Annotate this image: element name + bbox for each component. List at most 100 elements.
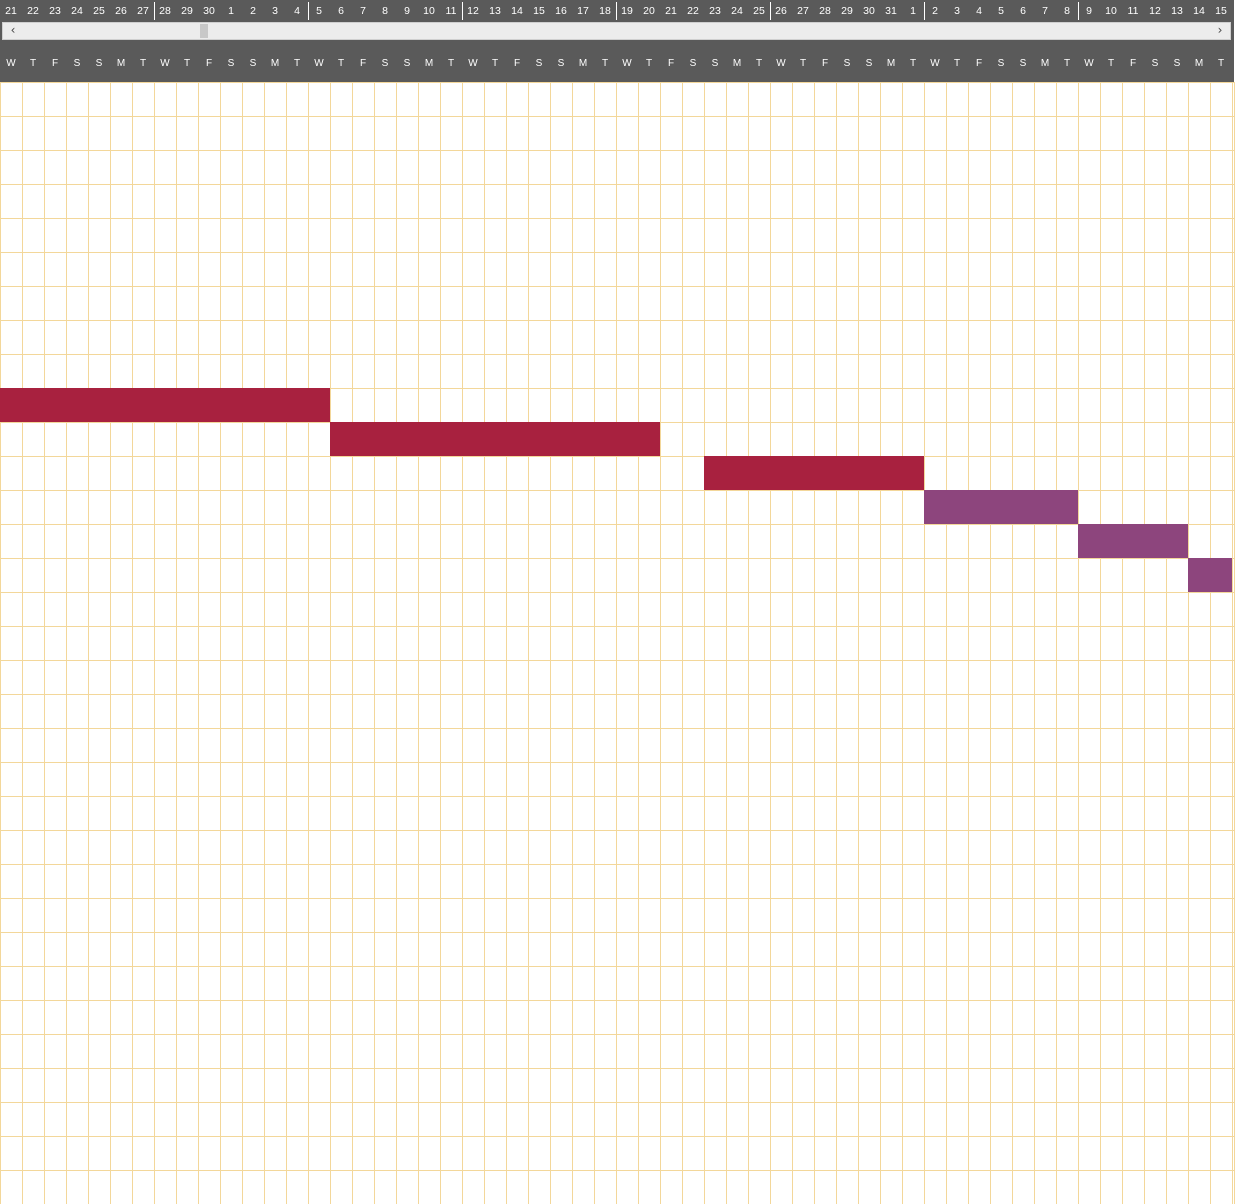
weekday-cell: S (227, 58, 235, 69)
weekday-cell: T (447, 58, 455, 69)
weekday-cell: T (601, 58, 609, 69)
weekday-cell: T (909, 58, 917, 69)
weekday-cell: F (205, 58, 213, 69)
date-cell: 30 (203, 5, 215, 17)
date-cell: 28 (159, 5, 171, 17)
weekday-cell: F (513, 58, 521, 69)
weekday-cell: W (930, 58, 940, 69)
date-cell: 13 (1171, 5, 1183, 17)
weekday-cell: S (381, 58, 389, 69)
date-cell: 23 (709, 5, 721, 17)
weekday-cell: M (270, 58, 280, 69)
date-cell: 6 (338, 5, 344, 17)
date-cell: 8 (382, 5, 388, 17)
weekday-cell: W (314, 58, 324, 69)
date-cell: 8 (1064, 5, 1070, 17)
date-cell: 5 (316, 5, 322, 17)
task-bar[interactable] (1078, 524, 1188, 558)
weekday-cell: S (557, 58, 565, 69)
task-bar[interactable] (0, 388, 330, 422)
date-cell: 22 (687, 5, 699, 17)
date-cell: 2 (932, 5, 938, 17)
date-cell: 3 (272, 5, 278, 17)
weekday-cell: M (116, 58, 126, 69)
weekday-cell: T (755, 58, 763, 69)
scroll-thumb[interactable] (200, 24, 208, 38)
date-cell: 5 (998, 5, 1004, 17)
weekday-cell: S (1173, 58, 1181, 69)
date-cell: 7 (1042, 5, 1048, 17)
date-cell: 31 (885, 5, 897, 17)
date-cell: 27 (137, 5, 149, 17)
date-row: 21 22 23 24 25 26 27 28 29 30 1 2 3 4 5 6 7 8 9 10 11 12 13 14 1… (0, 0, 1234, 22)
gantt-grid (0, 82, 1235, 1204)
date-cell: 29 (841, 5, 853, 17)
date-cell: 25 (753, 5, 765, 17)
date-cell: 1 (910, 5, 916, 17)
weekday-cell: M (732, 58, 742, 69)
weekday-row: WTFSSMTWTFSSMTWTFSSMTWTFSSMTWTFSSMTWTFSS… (0, 44, 1234, 82)
weekday-cell: F (1129, 58, 1137, 69)
week-separator (924, 2, 925, 20)
weekday-cell: S (95, 58, 103, 69)
weekday-cell: M (424, 58, 434, 69)
weekday-cell: M (578, 58, 588, 69)
weekday-cell: T (139, 58, 147, 69)
weekday-cell: T (1107, 58, 1115, 69)
date-cell: 22 (27, 5, 39, 17)
chevron-right-icon[interactable]: › (1212, 23, 1228, 39)
weekday-cell: S (1019, 58, 1027, 69)
week-separator (1078, 2, 1079, 20)
weekday-cell: S (403, 58, 411, 69)
date-cell: 16 (555, 5, 567, 17)
week-separator (770, 2, 771, 20)
date-cell: 4 (294, 5, 300, 17)
date-cell: 19 (621, 5, 633, 17)
date-cell: 18 (599, 5, 611, 17)
date-cell: 9 (404, 5, 410, 17)
date-cell: 26 (115, 5, 127, 17)
task-bar[interactable] (704, 456, 924, 490)
weekday-cell: S (249, 58, 257, 69)
weekday-cell: T (1063, 58, 1071, 69)
task-bar[interactable] (924, 490, 1078, 524)
weekday-cell: W (622, 58, 632, 69)
date-cell: 26 (775, 5, 787, 17)
weekday-cell: S (73, 58, 81, 69)
date-cell: 20 (643, 5, 655, 17)
date-cell: 13 (489, 5, 501, 17)
weekday-cell: S (865, 58, 873, 69)
weekday-cell: M (1194, 58, 1204, 69)
date-cell: 10 (423, 5, 435, 17)
date-cell: 15 (1215, 5, 1227, 17)
date-cell: 21 (5, 5, 17, 17)
weekday-cell: S (711, 58, 719, 69)
weekday-cell: T (645, 58, 653, 69)
week-separator (154, 2, 155, 20)
week-separator (462, 2, 463, 20)
date-cell: 10 (1105, 5, 1117, 17)
weekday-cell: F (667, 58, 675, 69)
weekday-cell: S (535, 58, 543, 69)
task-bar[interactable] (330, 422, 660, 456)
task-bar[interactable] (1188, 558, 1232, 592)
date-cell: 25 (93, 5, 105, 17)
weekday-cell: S (997, 58, 1005, 69)
weekday-cell: W (776, 58, 786, 69)
weekday-cell: M (1040, 58, 1050, 69)
date-cell: 1 (228, 5, 234, 17)
weekday-cell: S (1151, 58, 1159, 69)
weekday-cell: S (843, 58, 851, 69)
horizontal-scrollbar[interactable]: ‹ › (2, 22, 1231, 40)
date-cell: 30 (863, 5, 875, 17)
date-cell: 12 (467, 5, 479, 17)
weekday-cell: F (359, 58, 367, 69)
date-cell: 23 (49, 5, 61, 17)
date-cell: 7 (360, 5, 366, 17)
weekday-cell: F (975, 58, 983, 69)
date-cell: 14 (511, 5, 523, 17)
week-separator (308, 2, 309, 20)
chevron-left-icon[interactable]: ‹ (5, 23, 21, 39)
weekday-cell: F (821, 58, 829, 69)
date-cell: 9 (1086, 5, 1092, 17)
